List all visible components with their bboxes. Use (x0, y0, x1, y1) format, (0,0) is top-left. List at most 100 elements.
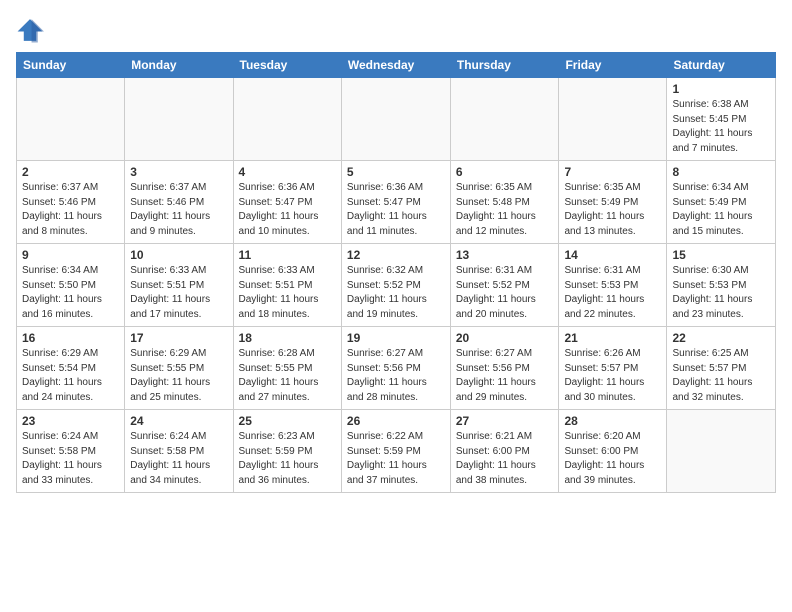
calendar-cell: 19Sunrise: 6:27 AM Sunset: 5:56 PM Dayli… (341, 327, 450, 410)
day-number: 7 (564, 165, 661, 179)
day-info: Sunrise: 6:26 AM Sunset: 5:57 PM Dayligh… (564, 347, 661, 405)
calendar-cell: 23 Sunrise: 6:24 AM Sunset: 5:58 PM Dayli… (17, 410, 125, 493)
day-number: 28 (564, 414, 661, 428)
day-info: Sunrise: 6:37 AM Sunset: 5:46 PM Dayligh… (22, 181, 119, 239)
calendar-table: SundayMondayTuesdayWednesdayThursdayFrid… (16, 52, 776, 493)
day-number: 26 (347, 414, 445, 428)
calendar-cell: 27 Sunrise: 6:21 AM Sunset: 6:00 PM Dayli… (450, 410, 559, 493)
day-number: 4 (239, 165, 336, 179)
day-number: 10 (130, 248, 227, 262)
day-number: 17 (130, 331, 227, 345)
calendar-week-1: 1 Sunrise: 6:38 AM Sunset: 5:45 PM Daylig… (17, 78, 776, 161)
day-header-friday: Friday (559, 53, 667, 78)
calendar-cell: 20 Sunrise: 6:27 AM Sunset: 5:56 PM Dayli… (450, 327, 559, 410)
calendar-cell (233, 78, 341, 161)
day-info: Sunrise: 6:29 AM Sunset: 5:54 PM Dayligh… (22, 347, 119, 405)
calendar-cell: 2 Sunrise: 6:37 AM Sunset: 5:46 PM Daylig… (17, 161, 125, 244)
calendar-cell (667, 410, 776, 493)
day-info: Sunrise: 6:24 AM Sunset: 5:58 PM Dayligh… (22, 430, 119, 488)
calendar-cell: 25 Sunrise: 6:23 AM Sunset: 5:59 PM Dayli… (233, 410, 341, 493)
day-number: 2 (22, 165, 119, 179)
day-number: 27 (456, 414, 554, 428)
day-header-monday: Monday (125, 53, 233, 78)
day-number: 18 (239, 331, 336, 345)
calendar-cell (341, 78, 450, 161)
day-number: 1 (672, 82, 770, 96)
calendar-cell: 15Sunrise: 6:30 AM Sunset: 5:53 PM Dayli… (667, 244, 776, 327)
day-header-wednesday: Wednesday (341, 53, 450, 78)
day-info: Sunrise: 6:30 AM Sunset: 5:53 PM Dayligh… (672, 264, 770, 322)
day-number: 9 (22, 248, 119, 262)
day-info: Sunrise: 6:23 AM Sunset: 5:59 PM Dayligh… (239, 430, 336, 488)
logo (16, 16, 48, 44)
calendar-header-row: SundayMondayTuesdayWednesdayThursdayFrid… (17, 53, 776, 78)
calendar-cell: 14 Sunrise: 6:31 AM Sunset: 5:53 PM Dayli… (559, 244, 667, 327)
day-info: Sunrise: 6:29 AM Sunset: 5:55 PM Dayligh… (130, 347, 227, 405)
day-number: 8 (672, 165, 770, 179)
day-info: Sunrise: 6:21 AM Sunset: 6:00 PM Dayligh… (456, 430, 554, 488)
calendar-cell: 24Sunrise: 6:24 AM Sunset: 5:58 PM Dayli… (125, 410, 233, 493)
calendar-week-4: 16 Sunrise: 6:29 AM Sunset: 5:54 PM Dayli… (17, 327, 776, 410)
day-number: 14 (564, 248, 661, 262)
day-number: 22 (672, 331, 770, 345)
day-info: Sunrise: 6:31 AM Sunset: 5:52 PM Dayligh… (456, 264, 554, 322)
day-header-saturday: Saturday (667, 53, 776, 78)
calendar-cell: 7 Sunrise: 6:35 AM Sunset: 5:49 PM Daylig… (559, 161, 667, 244)
calendar-cell: 8 Sunrise: 6:34 AM Sunset: 5:49 PM Daylig… (667, 161, 776, 244)
day-number: 23 (22, 414, 119, 428)
calendar-cell: 13 Sunrise: 6:31 AM Sunset: 5:52 PM Dayli… (450, 244, 559, 327)
day-number: 6 (456, 165, 554, 179)
calendar-cell (450, 78, 559, 161)
calendar-cell: 1 Sunrise: 6:38 AM Sunset: 5:45 PM Daylig… (667, 78, 776, 161)
calendar-cell: 6 Sunrise: 6:35 AM Sunset: 5:48 PM Daylig… (450, 161, 559, 244)
day-header-tuesday: Tuesday (233, 53, 341, 78)
calendar-cell: 11Sunrise: 6:33 AM Sunset: 5:51 PM Dayli… (233, 244, 341, 327)
day-header-sunday: Sunday (17, 53, 125, 78)
day-info: Sunrise: 6:24 AM Sunset: 5:58 PM Dayligh… (130, 430, 227, 488)
calendar-cell: 16 Sunrise: 6:29 AM Sunset: 5:54 PM Dayli… (17, 327, 125, 410)
day-number: 20 (456, 331, 554, 345)
day-info: Sunrise: 6:38 AM Sunset: 5:45 PM Dayligh… (672, 98, 770, 156)
calendar-cell: 9 Sunrise: 6:34 AM Sunset: 5:50 PM Daylig… (17, 244, 125, 327)
day-number: 5 (347, 165, 445, 179)
calendar-cell (17, 78, 125, 161)
calendar-cell: 12 Sunrise: 6:32 AM Sunset: 5:52 PM Dayli… (341, 244, 450, 327)
day-header-thursday: Thursday (450, 53, 559, 78)
day-info: Sunrise: 6:27 AM Sunset: 5:56 PM Dayligh… (347, 347, 445, 405)
day-info: Sunrise: 6:32 AM Sunset: 5:52 PM Dayligh… (347, 264, 445, 322)
day-number: 13 (456, 248, 554, 262)
calendar-week-5: 23 Sunrise: 6:24 AM Sunset: 5:58 PM Dayli… (17, 410, 776, 493)
calendar-cell: 17 Sunrise: 6:29 AM Sunset: 5:55 PM Dayli… (125, 327, 233, 410)
calendar-cell: 28 Sunrise: 6:20 AM Sunset: 6:00 PM Dayli… (559, 410, 667, 493)
day-info: Sunrise: 6:33 AM Sunset: 5:51 PM Dayligh… (130, 264, 227, 322)
day-info: Sunrise: 6:25 AM Sunset: 5:57 PM Dayligh… (672, 347, 770, 405)
calendar-cell: 26 Sunrise: 6:22 AM Sunset: 5:59 PM Dayli… (341, 410, 450, 493)
day-number: 3 (130, 165, 227, 179)
day-number: 25 (239, 414, 336, 428)
logo-icon (16, 16, 44, 44)
day-info: Sunrise: 6:36 AM Sunset: 5:47 PM Dayligh… (347, 181, 445, 239)
calendar-cell: 22 Sunrise: 6:25 AM Sunset: 5:57 PM Dayli… (667, 327, 776, 410)
day-info: Sunrise: 6:20 AM Sunset: 6:00 PM Dayligh… (564, 430, 661, 488)
calendar-week-2: 2 Sunrise: 6:37 AM Sunset: 5:46 PM Daylig… (17, 161, 776, 244)
day-info: Sunrise: 6:22 AM Sunset: 5:59 PM Dayligh… (347, 430, 445, 488)
day-info: Sunrise: 6:31 AM Sunset: 5:53 PM Dayligh… (564, 264, 661, 322)
day-info: Sunrise: 6:36 AM Sunset: 5:47 PM Dayligh… (239, 181, 336, 239)
calendar-cell: 4 Sunrise: 6:36 AM Sunset: 5:47 PM Daylig… (233, 161, 341, 244)
calendar-cell: 21 Sunrise: 6:26 AM Sunset: 5:57 PM Dayli… (559, 327, 667, 410)
calendar-cell (559, 78, 667, 161)
day-number: 21 (564, 331, 661, 345)
day-info: Sunrise: 6:28 AM Sunset: 5:55 PM Dayligh… (239, 347, 336, 405)
day-info: Sunrise: 6:34 AM Sunset: 5:50 PM Dayligh… (22, 264, 119, 322)
calendar-cell: 5 Sunrise: 6:36 AM Sunset: 5:47 PM Daylig… (341, 161, 450, 244)
calendar-cell (125, 78, 233, 161)
day-info: Sunrise: 6:34 AM Sunset: 5:49 PM Dayligh… (672, 181, 770, 239)
day-info: Sunrise: 6:35 AM Sunset: 5:49 PM Dayligh… (564, 181, 661, 239)
calendar-cell: 18 Sunrise: 6:28 AM Sunset: 5:55 PM Dayli… (233, 327, 341, 410)
day-number: 16 (22, 331, 119, 345)
page-header (16, 16, 776, 44)
day-number: 12 (347, 248, 445, 262)
day-info: Sunrise: 6:35 AM Sunset: 5:48 PM Dayligh… (456, 181, 554, 239)
day-info: Sunrise: 6:33 AM Sunset: 5:51 PM Dayligh… (239, 264, 336, 322)
day-info: Sunrise: 6:27 AM Sunset: 5:56 PM Dayligh… (456, 347, 554, 405)
